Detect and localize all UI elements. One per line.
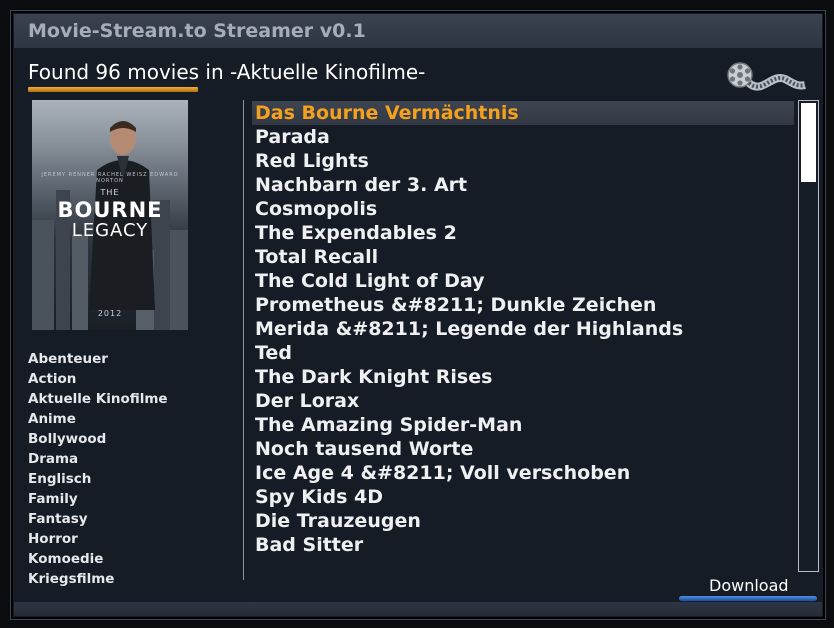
poster-year: 2012 xyxy=(97,309,123,318)
divider xyxy=(243,100,244,580)
results-heading: Found 96 movies in -Aktuelle Kinofilme- xyxy=(28,60,426,84)
movie-item[interactable]: Ice Age 4 &#8211; Voll verschoben xyxy=(252,461,794,485)
poster-title-line2: LEGACY xyxy=(71,220,149,241)
download-button[interactable]: Download xyxy=(709,576,789,595)
movie-poster: JEREMY RENNER RACHEL WEISZ EDWARD NORTON… xyxy=(32,100,188,330)
heading-underline xyxy=(28,87,198,92)
category-item[interactable]: Aktuelle Kinofilme xyxy=(28,389,228,409)
movie-item[interactable]: The Amazing Spider-Man xyxy=(252,413,794,437)
title-bar: Movie-Stream.to Streamer v0.1 xyxy=(14,14,822,48)
download-button-underline xyxy=(679,596,817,601)
movie-item[interactable]: Nachbarn der 3. Art xyxy=(252,173,794,197)
category-item[interactable]: Englisch xyxy=(28,469,228,489)
scrollbar-thumb[interactable] xyxy=(801,103,816,182)
movie-item-selected[interactable]: Das Bourne Vermächtnis xyxy=(252,101,794,125)
movie-item[interactable]: Prometheus &#8211; Dunkle Zeichen xyxy=(252,293,794,317)
movie-item[interactable]: Total Recall xyxy=(252,245,794,269)
window-title: Movie-Stream.to Streamer v0.1 xyxy=(28,20,366,42)
category-item[interactable]: Bollywood xyxy=(28,429,228,449)
movie-item[interactable]: The Expendables 2 xyxy=(252,221,794,245)
film-reel-icon xyxy=(727,62,806,91)
movie-item[interactable]: Ted xyxy=(252,341,794,365)
movie-item[interactable]: Spy Kids 4D xyxy=(252,485,794,509)
movie-item[interactable]: Bad Sitter xyxy=(252,533,794,557)
poster-title-line1: BOURNE xyxy=(57,198,163,222)
poster-small-title: THE xyxy=(100,188,120,197)
poster-cast: JEREMY RENNER RACHEL WEISZ EDWARD NORTON xyxy=(41,172,179,184)
category-item[interactable]: Abenteuer xyxy=(28,349,228,369)
movie-item[interactable]: The Cold Light of Day xyxy=(252,269,794,293)
category-item[interactable]: Fantasy xyxy=(28,509,228,529)
category-item[interactable]: Drama xyxy=(28,449,228,469)
movie-list: Das Bourne Vermächtnis Parada Red Lights… xyxy=(252,101,794,571)
movie-item[interactable]: Die Trauzeugen xyxy=(252,509,794,533)
category-item[interactable]: Family xyxy=(28,489,228,509)
movie-item[interactable]: Cosmopolis xyxy=(252,197,794,221)
movie-list-scrollbar[interactable] xyxy=(798,100,819,572)
app-window: Movie-Stream.to Streamer v0.1 Found 96 m… xyxy=(10,10,826,620)
category-item[interactable]: Action xyxy=(28,369,228,389)
category-item[interactable]: Komoedie xyxy=(28,549,228,569)
movie-item[interactable]: Red Lights xyxy=(252,149,794,173)
category-item[interactable]: Kriegsfilme xyxy=(28,569,228,589)
movie-item[interactable]: Merida &#8211; Legende der Highlands xyxy=(252,317,794,341)
bottom-bar xyxy=(14,602,822,616)
category-list: Abenteuer Action Aktuelle Kinofilme Anim… xyxy=(28,349,228,589)
category-item[interactable]: Horror xyxy=(28,529,228,549)
movie-item[interactable]: Parada xyxy=(252,125,794,149)
category-item[interactable]: Anime xyxy=(28,409,228,429)
movie-item[interactable]: Der Lorax xyxy=(252,389,794,413)
movie-item[interactable]: Noch tausend Worte xyxy=(252,437,794,461)
movie-item[interactable]: The Dark Knight Rises xyxy=(252,365,794,389)
